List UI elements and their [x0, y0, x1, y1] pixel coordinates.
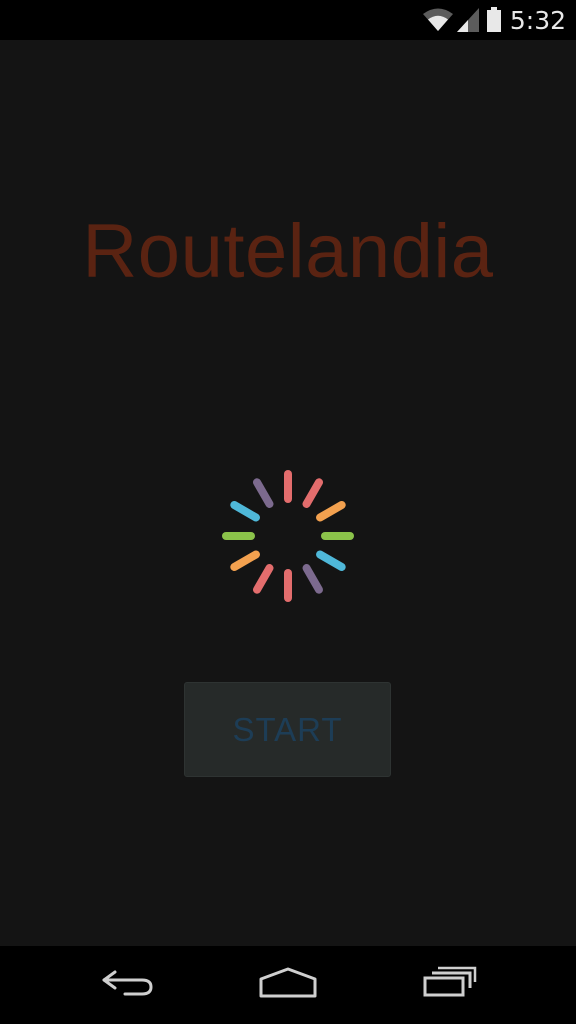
recent-apps-button[interactable]	[395, 946, 505, 1024]
home-button[interactable]	[233, 946, 343, 1024]
spinner-segment	[302, 564, 323, 594]
back-icon	[99, 966, 157, 1005]
status-bar: 5:32	[0, 0, 576, 40]
loading-spinner-graphic	[222, 470, 354, 602]
spinner-segment	[302, 478, 323, 508]
app-screen: 5:32 Routelandia START	[0, 0, 576, 1024]
navigation-bar	[0, 946, 576, 1024]
app-title: Routelandia	[82, 209, 494, 294]
recent-apps-icon	[422, 966, 478, 1005]
status-icons: 5:32	[422, 0, 566, 40]
home-icon	[258, 966, 318, 1005]
back-button[interactable]	[73, 946, 183, 1024]
spinner-segment	[253, 478, 274, 508]
start-button[interactable]: START	[184, 682, 391, 777]
spinner-segment	[230, 550, 260, 571]
status-clock: 5:32	[509, 5, 566, 35]
spinner-segment	[230, 501, 260, 522]
spinner-segment	[253, 564, 274, 594]
battery-icon	[486, 7, 502, 33]
loading-spinner	[220, 468, 356, 609]
spinner-segment	[316, 501, 346, 522]
spinner-segment	[316, 550, 346, 571]
cell-signal-icon	[456, 7, 480, 33]
wifi-icon	[422, 7, 454, 33]
